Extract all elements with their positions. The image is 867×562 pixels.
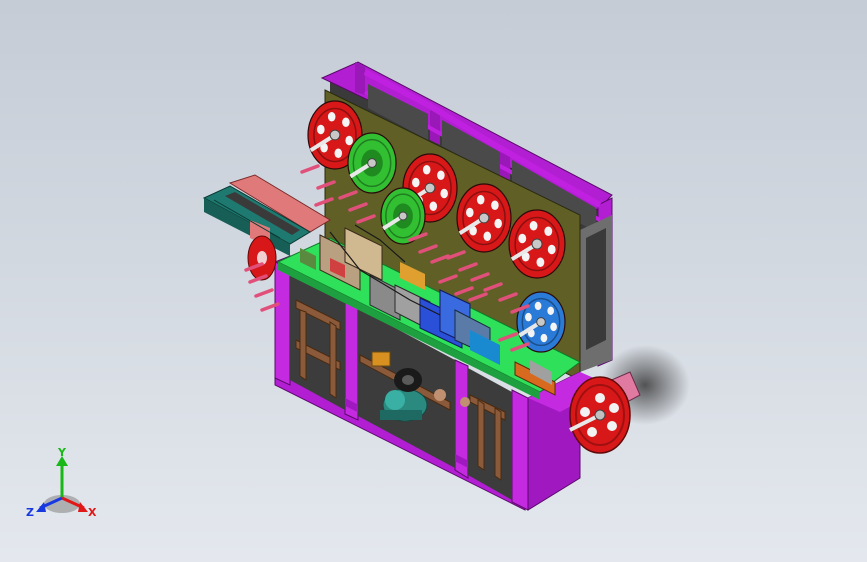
red-reel-4 (508, 209, 566, 279)
blue-reel (516, 291, 566, 353)
guide-pin (254, 288, 274, 298)
y-axis-label: Y (57, 448, 67, 459)
guide-pin (300, 164, 320, 174)
red-reel-3 (456, 183, 512, 253)
y-axis-arrow (56, 456, 68, 498)
x-axis-label: X (88, 506, 97, 519)
cad-model-view[interactable] (0, 0, 867, 562)
z-axis-label: Z (26, 506, 34, 519)
left-small-reel (247, 235, 277, 281)
graphics-viewport[interactable]: Y X Z (0, 0, 867, 562)
orientation-triad[interactable]: Y X Z (22, 448, 106, 526)
green-reel-1 (347, 132, 397, 194)
